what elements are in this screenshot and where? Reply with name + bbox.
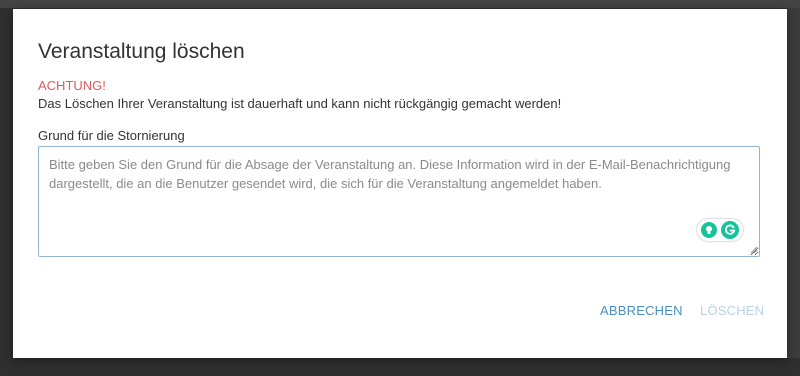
lightbulb-icon[interactable] xyxy=(701,222,717,238)
grammarly-widget[interactable] xyxy=(697,219,743,241)
delete-event-dialog: Veranstaltung löschen ACHTUNG! Das Lösch… xyxy=(13,9,787,358)
background-header-strip xyxy=(0,0,800,8)
warning-text: Das Löschen Ihrer Veranstaltung ist daue… xyxy=(38,96,562,111)
delete-button[interactable]: LÖSCHEN xyxy=(694,299,770,322)
dialog-title: Veranstaltung löschen xyxy=(38,40,245,63)
cancellation-reason-input[interactable] xyxy=(38,146,760,257)
cancel-button[interactable]: ABBRECHEN xyxy=(594,299,689,322)
resize-grip-icon[interactable] xyxy=(750,246,758,254)
background-scrollbar-area xyxy=(787,8,800,358)
cancellation-reason-label: Grund für die Stornierung xyxy=(38,128,185,143)
warning-label: ACHTUNG! xyxy=(38,78,106,93)
grammarly-g-icon[interactable] xyxy=(721,221,739,239)
